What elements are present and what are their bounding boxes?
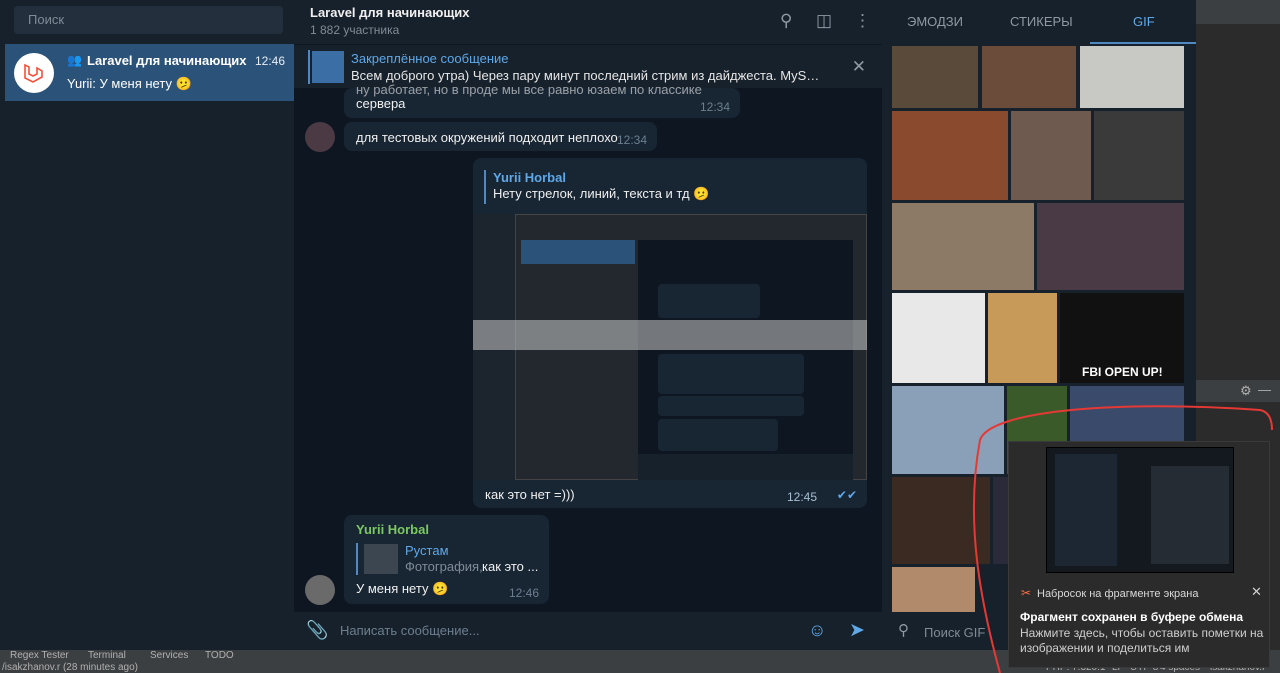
laravel-avatar [14,53,54,93]
status-item[interactable]: TODO [205,650,234,661]
reply-text: как это ... [482,559,539,574]
reply-kind: Фотография, [405,559,483,574]
sidebar-toggle-icon[interactable]: ◫ [816,11,832,31]
gif-item[interactable]: FBI OPEN UP! [1060,293,1184,383]
send-icon[interactable]: ➤ [849,619,865,642]
search-icon: ⚲ [898,622,909,639]
reply-author[interactable]: Yurii Horbal [493,170,566,185]
message-composer: 📎 Написать сообщение... ☺ ➤ [294,612,882,650]
screenshot-image[interactable] [473,214,867,480]
gif-item[interactable] [1094,111,1184,200]
pinned-text: Всем доброго утра) Через пару минут посл… [351,68,829,83]
message-time: 12:34 [616,133,647,147]
gif-item[interactable] [988,293,1057,383]
message-author[interactable]: Yurii Horbal [356,522,429,537]
gif-item[interactable] [892,567,975,612]
message-bubble: ну работает, но в проде мы все равно юза… [344,82,740,118]
pinned-title: Закреплённое сообщение [351,51,509,66]
attach-icon[interactable]: 📎 [306,620,328,641]
laravel-logo-icon [24,63,43,83]
gif-item[interactable] [982,46,1076,108]
status-item[interactable]: Terminal [88,650,126,661]
gif-caption: FBI OPEN UP! [1082,365,1163,379]
gif-search-input[interactable]: Поиск GIF [924,625,985,640]
read-check-icon: ✔✔ [836,488,857,502]
search-input[interactable]: Поиск [14,6,283,34]
message-text: У меня нету 🫤 [356,581,449,596]
close-icon[interactable]: ✕ [852,57,866,77]
message-time: 12:34 [699,100,730,114]
gif-item[interactable] [892,293,985,383]
message-time: 12:46 [508,586,539,600]
chat-preview: Yurii: У меня нету 🫤 [67,76,192,91]
message-bubble: Yurii Horbal Рустам Фотография, как это … [344,515,549,604]
toast-thumbnail [1046,447,1234,573]
chat-header-subtitle: 1 882 участника [310,23,400,37]
message-input[interactable]: Написать сообщение... [340,623,480,638]
chat-time: 12:46 [254,54,285,68]
message-text: сервера [356,96,406,111]
pinned-accent-bar [308,50,310,84]
emoji-icon[interactable]: ☺ [808,620,826,641]
message-bubble: для тестовых окружений подходит неплохо … [344,122,657,151]
close-icon[interactable]: ✕ [1251,584,1262,600]
gif-item[interactable] [892,46,978,108]
tab-stickers[interactable]: СТИКЕРЫ [1010,14,1073,29]
avatar[interactable] [305,575,335,605]
status-item[interactable]: Regex Tester [10,650,69,661]
chat-list-sidebar: Поиск 👥 Laravel для начинающих 12:46 Yur… [0,0,294,650]
reply-author[interactable]: Рустам [405,543,449,558]
gear-icon[interactable]: ⚙ [1240,383,1252,399]
snip-app-icon: ✂ [1021,586,1032,600]
gif-item[interactable] [892,111,1008,200]
message-text: как это нет =))) [485,487,575,502]
reply-thumbnail [364,544,398,574]
reply-accent-bar [356,543,358,575]
minimize-icon[interactable]: — [1258,382,1271,397]
search-icon[interactable]: ⚲ [780,11,792,31]
message-bubble-with-image: Yurii Horbal Нету стрелок, линий, текста… [473,158,867,508]
chat-header: Laravel для начинающих 1 882 участника ⚲… [294,0,882,44]
gif-item[interactable] [1080,46,1184,108]
message-time: 12:45 [786,490,817,504]
gif-item[interactable] [892,203,1034,290]
chat-title: Laravel для начинающих [87,53,247,68]
tab-gif[interactable]: GIF [1133,14,1155,29]
toast-app-name: Набросок на фрагменте экрана [1037,588,1199,600]
tab-emoji[interactable]: ЭМОДЗИ [907,14,963,29]
gif-item[interactable] [1037,203,1184,290]
avatar[interactable] [305,122,335,152]
status-text: /isakzhanov.r (28 minutes ago) [2,662,138,673]
chat-area: Laravel для начинающих 1 882 участника ⚲… [294,0,882,650]
gif-item[interactable] [1011,111,1091,200]
group-icon: 👥 [67,53,82,67]
active-tab-indicator [1090,42,1196,44]
toast-title: Фрагмент сохранен в буфере обмена [1020,610,1244,624]
chat-header-title[interactable]: Laravel для начинающих [310,5,470,20]
toast-body: Нажмите здесь, чтобы оставить пометки на… [1020,626,1264,655]
snip-toast-notification[interactable]: ✂ Набросок на фрагменте экрана ✕ Фрагмен… [1008,441,1270,668]
gif-item[interactable] [892,386,1004,474]
more-icon[interactable]: ⋮ [854,11,871,31]
reply-text: Нету стрелок, линий, текста и тд 🫤 [493,186,710,201]
reply-accent-bar [484,170,486,204]
message-text: ну работает, но в проде мы все равно юза… [356,82,702,97]
chat-list-item[interactable]: 👥 Laravel для начинающих 12:46 Yurii: У … [5,44,294,101]
status-item[interactable]: Services [150,650,188,661]
message-text: для тестовых окружений подходит неплохо [356,130,618,145]
gif-item[interactable] [892,477,990,564]
pinned-thumbnail [312,51,344,83]
